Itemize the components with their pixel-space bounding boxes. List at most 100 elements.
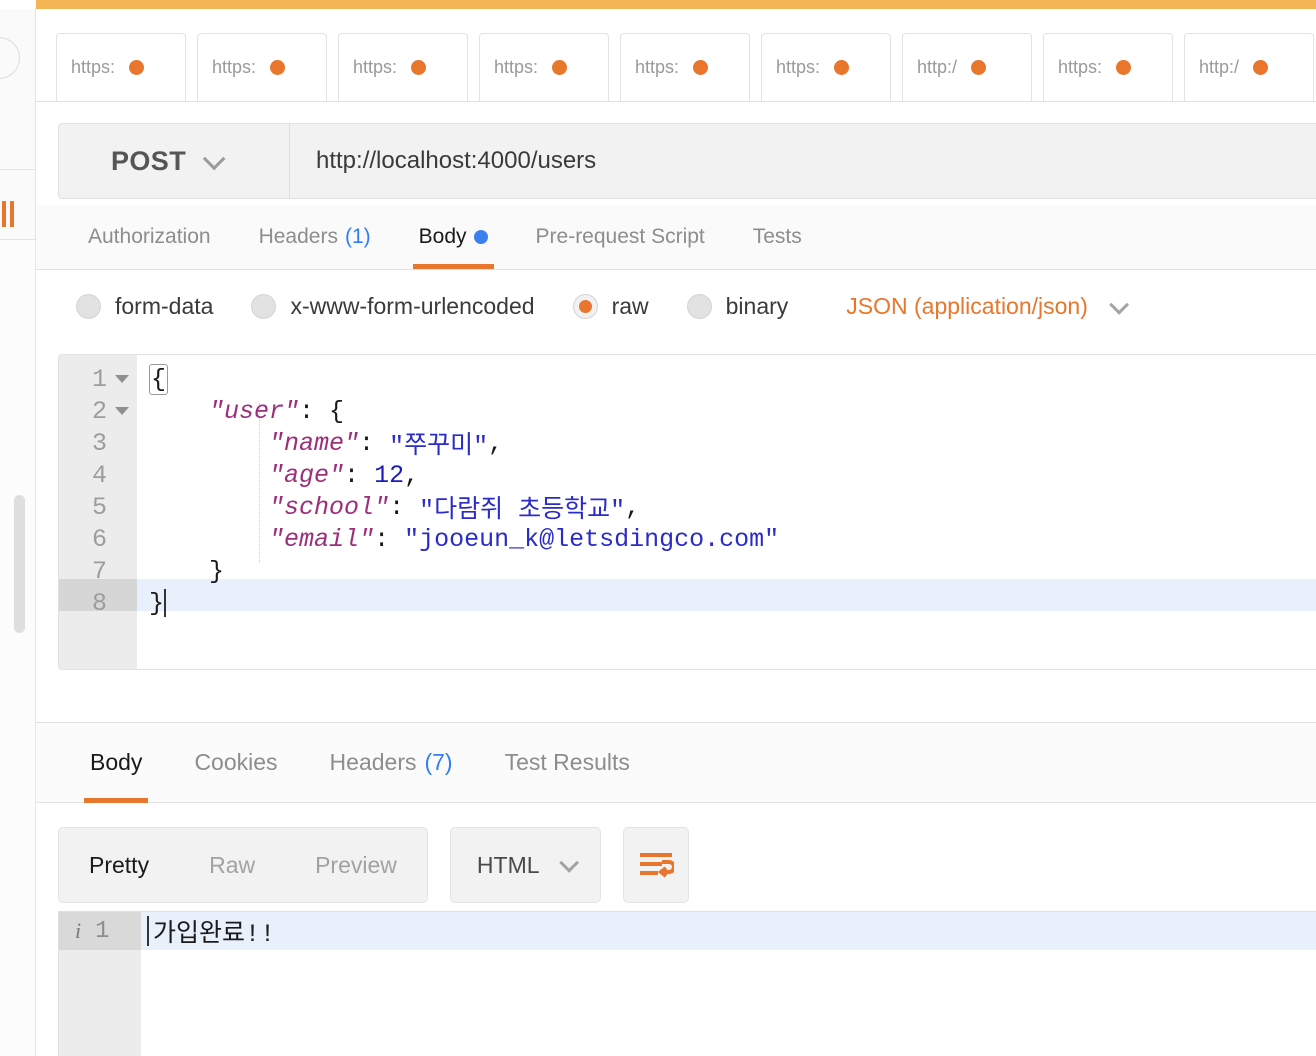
fold-placeholder — [115, 599, 129, 607]
request-tab[interactable]: http:/ — [902, 33, 1032, 101]
word-wrap-button[interactable] — [623, 827, 689, 903]
tab-label: Pre-request Script — [536, 225, 705, 249]
request-tab-label: http:/ — [1199, 57, 1239, 78]
request-tab-label: https: — [212, 57, 256, 78]
radio-label: x-www-form-urlencoded — [290, 293, 534, 320]
response-body-viewer[interactable]: i 1 가입완료!! — [58, 911, 1316, 1056]
line-num-text: 4 — [92, 461, 107, 490]
response-tab-body[interactable]: Body — [64, 723, 168, 803]
line-num-text: 1 — [92, 365, 107, 394]
view-preview[interactable]: Preview — [285, 828, 427, 902]
code-line-4: "age": 12, — [149, 459, 1316, 491]
chevron-down-icon — [203, 148, 226, 171]
request-tab[interactable]: https: — [338, 33, 468, 101]
headers-count: (1) — [345, 225, 371, 249]
line-number: 1 — [59, 363, 137, 395]
tab-pre-request-script[interactable]: Pre-request Script — [512, 204, 729, 269]
line-num-text: 8 — [92, 589, 107, 618]
main-area: https: https: https: https: https: https… — [36, 9, 1316, 1056]
unsaved-dot-icon — [1116, 60, 1131, 75]
fold-placeholder — [115, 567, 129, 575]
tab-label: Authorization — [88, 225, 211, 249]
unsaved-dot-icon — [270, 60, 285, 75]
tab-label: Headers — [259, 225, 338, 249]
code-token-key: "school" — [269, 493, 389, 522]
radio-icon — [251, 294, 276, 319]
radio-raw[interactable]: raw — [573, 293, 649, 320]
code-token-number: 12 — [374, 461, 404, 490]
request-tab[interactable]: http:/ — [1184, 33, 1314, 101]
code-line-2: "user": { — [149, 395, 1316, 427]
sidebar-scrollbar-thumb[interactable] — [14, 495, 25, 633]
tab-tests[interactable]: Tests — [729, 204, 826, 269]
response-format-selector[interactable]: HTML — [450, 827, 601, 903]
code-token-brace: } — [149, 589, 164, 618]
radio-icon — [76, 294, 101, 319]
fold-arrow-icon[interactable] — [115, 407, 129, 415]
unsaved-dot-icon — [411, 60, 426, 75]
tab-headers[interactable]: Headers (1) — [235, 204, 395, 269]
view-label: Raw — [209, 852, 255, 879]
method-label: POST — [111, 146, 186, 177]
unsaved-dot-icon — [129, 60, 144, 75]
circle-icon — [0, 37, 20, 79]
response-tab-headers[interactable]: Headers (7) — [304, 723, 479, 803]
request-tab[interactable]: https: — [197, 33, 327, 101]
request-tab[interactable]: https: — [620, 33, 750, 101]
content-type-label: JSON (application/json) — [846, 293, 1088, 320]
tab-label: Headers — [330, 749, 417, 776]
chevron-down-icon — [1109, 294, 1129, 314]
line-num-text: 3 — [92, 429, 107, 458]
request-tab-label: https: — [494, 57, 538, 78]
format-label: HTML — [477, 852, 540, 879]
view-label: Pretty — [89, 852, 149, 879]
request-tab-strip: https: https: https: https: https: https… — [36, 9, 1316, 102]
editor-code[interactable]: { "user": { "name": "쭈꾸미", "age": 12, "s… — [149, 363, 1316, 619]
request-tab[interactable]: https: — [479, 33, 609, 101]
line-num-text: 2 — [92, 397, 107, 426]
radio-x-www-form-urlencoded[interactable]: x-www-form-urlencoded — [251, 293, 534, 320]
request-tab-label: https: — [776, 57, 820, 78]
response-tab-cookies[interactable]: Cookies — [168, 723, 303, 803]
response-tab-test-results[interactable]: Test Results — [479, 723, 656, 803]
code-line-6: "email": "jooeun_k@letsdingco.com" — [149, 523, 1316, 555]
radio-form-data[interactable]: form-data — [76, 293, 213, 320]
code-line-7: } — [149, 555, 1316, 587]
pause-icon[interactable] — [2, 201, 16, 227]
method-selector[interactable]: POST — [59, 124, 290, 198]
request-tab[interactable]: https: — [56, 33, 186, 101]
editor-line-numbers: 1 2 3 4 5 6 7 8 — [59, 363, 137, 619]
line-number: 6 — [59, 523, 137, 555]
tab-authorization[interactable]: Authorization — [64, 204, 235, 269]
content-type-selector[interactable]: JSON (application/json) — [846, 293, 1124, 320]
radio-binary[interactable]: binary — [687, 293, 789, 320]
request-tab-label: https: — [1058, 57, 1102, 78]
url-input[interactable]: http://localhost:4000/users — [290, 124, 1316, 198]
code-token-string: "다람쥐 초등학교" — [419, 489, 625, 525]
url-row: POST http://localhost:4000/users — [36, 102, 1316, 205]
response-caret — [147, 916, 149, 946]
line-number: 4 — [59, 459, 137, 491]
code-token-punct: , — [404, 461, 419, 490]
code-line-3: "name": "쭈꾸미", — [149, 427, 1316, 459]
code-token-string: "jooeun_k@letsdingco.com" — [404, 525, 779, 554]
line-num-text: 6 — [92, 525, 107, 554]
request-body-editor[interactable]: 1 2 3 4 5 6 7 8 { "user": { "name": "쭈꾸미… — [58, 354, 1316, 670]
line-number: 3 — [59, 427, 137, 459]
fold-arrow-icon[interactable] — [115, 375, 129, 383]
response-tabs: Body Cookies Headers (7) Test Results — [36, 723, 1316, 803]
request-tab[interactable]: https: — [761, 33, 891, 101]
line-number: 2 — [59, 395, 137, 427]
view-raw[interactable]: Raw — [179, 828, 285, 902]
code-token-key: "user" — [209, 397, 299, 426]
line-number: 5 — [59, 491, 137, 523]
tab-body[interactable]: Body — [395, 204, 512, 269]
code-line-5: "school": "다람쥐 초등학교", — [149, 491, 1316, 523]
response-line-number: 1 — [95, 918, 109, 945]
request-tab[interactable]: https: — [1043, 33, 1173, 101]
code-token-key: "age" — [269, 461, 344, 490]
view-pretty[interactable]: Pretty — [59, 828, 179, 902]
code-token-punct: , — [625, 493, 640, 522]
url-bar: POST http://localhost:4000/users — [58, 123, 1316, 199]
left-rail — [0, 0, 36, 1056]
